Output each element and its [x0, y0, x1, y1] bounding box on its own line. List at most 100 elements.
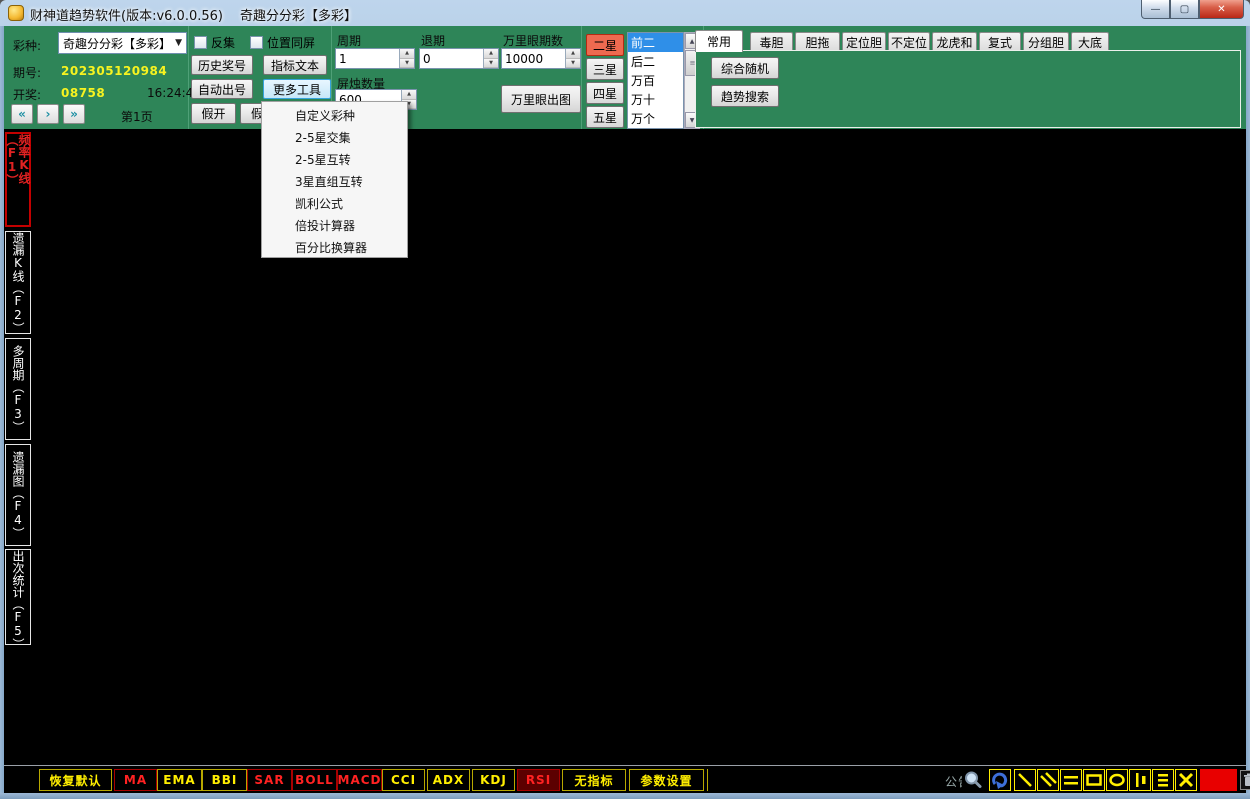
window-frame-bottom: [0, 793, 1250, 799]
tab-changyong[interactable]: 常用: [695, 30, 743, 52]
menu-item-star-convert[interactable]: 2-5星互转: [262, 148, 407, 170]
sidebar-item-multi-cycle[interactable]: 多周期（F3）: [5, 338, 31, 440]
indicator-cci-button[interactable]: CCI: [382, 769, 425, 791]
draw-label: 开奖:: [13, 86, 41, 103]
tab-longhuhe[interactable]: 龙虎和: [932, 32, 977, 51]
same-screen-checkbox[interactable]: 位置同屏: [250, 34, 315, 51]
comprehensive-random-button[interactable]: 综合随机: [711, 57, 779, 79]
triple-horizontal-lines-icon[interactable]: [1152, 769, 1174, 791]
tab-dadi[interactable]: 大底: [1071, 32, 1109, 51]
minimize-button[interactable]: —: [1141, 0, 1170, 19]
page-indicator: 第1页: [121, 108, 153, 125]
list-item[interactable]: 前二: [628, 33, 683, 52]
list-item[interactable]: 万十: [628, 90, 683, 109]
maximize-button[interactable]: ▢: [1170, 0, 1199, 19]
cycle-spinner[interactable]: 1 ▲▼: [335, 48, 415, 69]
chart-area[interactable]: [4, 129, 1246, 765]
tab-fenzudan[interactable]: 分组胆: [1023, 32, 1069, 51]
star-4-button[interactable]: 四星: [586, 82, 624, 104]
vertical-bars-icon[interactable]: [1129, 769, 1151, 791]
indicator-kdj-button[interactable]: KDJ: [472, 769, 515, 791]
first-page-button[interactable]: «: [11, 104, 33, 124]
draw-number: 08758: [61, 86, 105, 100]
window-subtitle: 奇趣分分彩【多彩】: [240, 5, 357, 24]
retreat-value: 0: [420, 52, 483, 66]
more-tools-menu: 自定义彩种 2-5星交集 2-5星互转 3星直组互转 凯利公式 倍投计算器 百分…: [261, 101, 408, 258]
restore-default-button[interactable]: 恢复默认: [39, 769, 112, 791]
ellipse-icon[interactable]: [1106, 769, 1128, 791]
tab-content-panel: 综合随机 趋势搜索: [695, 50, 1241, 128]
checkbox-icon[interactable]: [250, 36, 263, 49]
trend-search-button[interactable]: 趋势搜索: [711, 85, 779, 107]
invert-checkbox[interactable]: 反集: [194, 34, 235, 51]
star-3-button[interactable]: 三星: [586, 58, 624, 80]
spinner-arrows-icon[interactable]: ▲▼: [399, 49, 414, 68]
sidebar-item-frequency-kline[interactable]: 频率K线（F1）: [5, 132, 31, 227]
sidebar-item-omission-kline[interactable]: 遗漏K线（F2）: [5, 231, 31, 334]
more-tools-button[interactable]: 更多工具: [263, 79, 331, 99]
delete-x-icon[interactable]: [1175, 769, 1197, 791]
window-title: 财神道趋势软件(版本:v6.0.0.56): [30, 5, 223, 24]
last-page-button[interactable]: »: [63, 104, 85, 124]
sidebar-item-omission-chart[interactable]: 遗漏图（F4）: [5, 444, 31, 546]
position-listbox[interactable]: 前二 后二 万百 万十 万个: [627, 32, 684, 129]
retreat-spinner[interactable]: 0 ▲▼: [419, 48, 499, 69]
separator: [188, 26, 189, 129]
tab-dingweidan[interactable]: 定位胆: [842, 32, 886, 51]
magnifier-icon[interactable]: [962, 769, 984, 791]
list-item[interactable]: 后二: [628, 52, 683, 71]
sidebar-item-occurrence-stats[interactable]: 出次统计（F5）: [5, 549, 31, 645]
double-horizontal-lines-icon[interactable]: [1060, 769, 1082, 791]
indicator-rsi-button[interactable]: RSI: [517, 769, 560, 791]
lottery-select[interactable]: 奇趣分分彩【多彩】 ▼: [58, 32, 187, 54]
tab-dudan[interactable]: 毒胆: [750, 32, 793, 51]
red-square-button[interactable]: [1200, 769, 1237, 791]
tab-dantuo[interactable]: 胆拖: [795, 32, 840, 51]
parameter-settings-button[interactable]: 参数设置: [629, 769, 704, 791]
indicator-boll-button[interactable]: BOLL: [292, 769, 337, 791]
lottery-label: 彩种:: [13, 37, 41, 54]
menu-item-kelly-formula[interactable]: 凯利公式: [262, 192, 407, 214]
rectangle-icon[interactable]: [1083, 769, 1105, 791]
list-item[interactable]: 万个: [628, 109, 683, 128]
menu-item-3star-group-convert[interactable]: 3星直组互转: [262, 170, 407, 192]
wanliyan-chart-button[interactable]: 万里眼出图: [501, 85, 581, 113]
auto-number-button[interactable]: 自动出号: [191, 79, 253, 99]
indicator-ema-button[interactable]: EMA: [157, 769, 202, 791]
menu-item-multiplier-calculator[interactable]: 倍投计算器: [262, 214, 407, 236]
redo-arrow-icon[interactable]: [989, 769, 1011, 791]
spinner-arrows-icon[interactable]: ▲▼: [565, 49, 580, 68]
wanliyan-periods-spinner[interactable]: 10000 ▲▼: [501, 48, 581, 69]
indicator-bbi-button[interactable]: BBI: [202, 769, 247, 791]
checkbox-icon[interactable]: [194, 36, 207, 49]
star-5-button[interactable]: 五星: [586, 106, 624, 128]
divider: [707, 769, 708, 791]
tab-budingwei[interactable]: 不定位: [888, 32, 930, 51]
close-button[interactable]: ✕: [1199, 0, 1244, 19]
spinner-arrows-icon[interactable]: ▲▼: [483, 49, 498, 68]
menu-item-custom-lottery[interactable]: 自定义彩种: [262, 104, 407, 126]
fake-open-button[interactable]: 假开: [191, 103, 236, 124]
list-item[interactable]: 万百: [628, 71, 683, 90]
indicator-text-button[interactable]: 指标文本: [263, 55, 327, 75]
double-diagonal-lines-icon[interactable]: [1037, 769, 1059, 791]
indicator-adx-button[interactable]: ADX: [427, 769, 470, 791]
tab-fushi[interactable]: 复式: [979, 32, 1021, 51]
history-numbers-button[interactable]: 历史奖号: [191, 55, 253, 75]
indicator-ma-button[interactable]: MA: [114, 769, 157, 791]
menu-item-percentage-converter[interactable]: 百分比换算器: [262, 236, 407, 258]
star-2-button[interactable]: 二星: [586, 34, 624, 56]
indicator-bar: 恢复默认 MA EMA BBI SAR BOLL MACD CCI ADX KD…: [4, 765, 1246, 793]
menu-item-star-intersection[interactable]: 2-5星交集: [262, 126, 407, 148]
same-screen-checkbox-label: 位置同屏: [267, 34, 315, 51]
title-bar[interactable]: 财神道趋势软件(版本:v6.0.0.56) 奇趣分分彩【多彩】 — ▢ ✕: [0, 0, 1250, 26]
indicator-sar-button[interactable]: SAR: [247, 769, 292, 791]
issue-number: 202305120984: [61, 64, 167, 78]
indicator-macd-button[interactable]: MACD: [337, 769, 382, 791]
next-page-button[interactable]: ›: [37, 104, 59, 124]
trash-icon[interactable]: [1240, 770, 1250, 790]
diagonal-line-icon[interactable]: [1014, 769, 1036, 791]
no-indicator-button[interactable]: 无指标: [562, 769, 626, 791]
app-window: 财神道趋势软件(版本:v6.0.0.56) 奇趣分分彩【多彩】 — ▢ ✕ 彩种…: [0, 0, 1250, 799]
app-icon: [8, 5, 24, 21]
